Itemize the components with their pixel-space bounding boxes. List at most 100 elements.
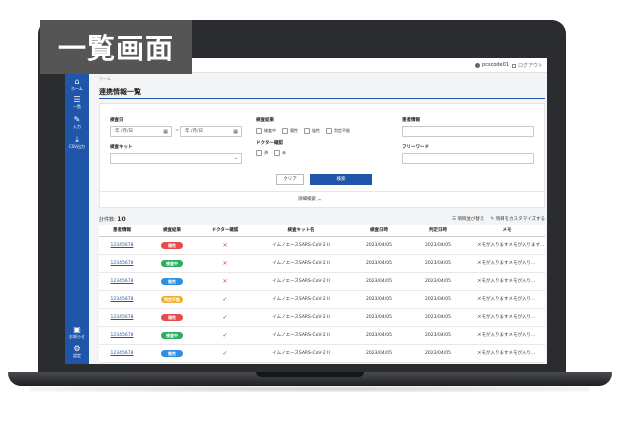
result-cell: 判定不能 [145, 290, 199, 309]
kit-cell: イムノエースSARS-CoV-2 II [251, 272, 351, 291]
result-checkbox-positive[interactable]: 陽性 [282, 128, 298, 134]
date-to-input[interactable]: 年 /月/日 ▦ [180, 126, 242, 137]
result-checkbox-testing[interactable]: 検査中 [256, 128, 276, 134]
patient-id-link[interactable]: 12345678 [99, 308, 145, 327]
checkbox[interactable] [256, 150, 262, 156]
sidebar-item-home[interactable]: ⌂ ホーム [65, 77, 89, 92]
freeword-input[interactable] [402, 153, 534, 164]
kit-select[interactable]: ⌄ [110, 153, 242, 164]
sidebar-item-info[interactable]: ▣ お知らせ [65, 325, 89, 340]
col-patient[interactable]: 患者情報 [99, 225, 145, 237]
doctor-cell: ✓ [199, 326, 251, 345]
gear-icon: ⚙ [73, 344, 81, 353]
info-icon: ▣ [73, 325, 81, 334]
laptop-notch [256, 372, 364, 377]
sidebar-item-label: お知らせ [69, 334, 85, 339]
doctor-cell: ✕ [199, 254, 251, 273]
clear-button[interactable]: クリア [276, 174, 304, 185]
check-icon: ✓ [222, 349, 228, 357]
checkbox[interactable] [282, 128, 288, 134]
patient-id-link[interactable]: 12345678 [99, 344, 145, 363]
calendar-icon: ▦ [163, 129, 168, 135]
logout-label: ログアウト [517, 63, 543, 69]
checkbox-label: 未 [282, 150, 286, 155]
result-checkbox-negative[interactable]: 陰性 [304, 128, 320, 134]
user-menu[interactable]: pcscode01 [475, 62, 509, 68]
date-separator: ~ [175, 128, 180, 134]
col-judge-date[interactable]: 判定日時 [407, 225, 469, 237]
customize-columns-button[interactable]: ✎ 項目をカスタマイズする [490, 216, 545, 222]
advanced-search-toggle[interactable]: 詳細検索 ︿ [298, 196, 322, 202]
user-name: pcscode01 [482, 62, 509, 68]
table-row[interactable]: 12345678 陰性 ✕ イムノエースSARS-CoV-2 II 2023/04/05… [99, 272, 545, 291]
sidebar-item-label: 一覧 [73, 104, 81, 109]
exam-date-cell: 2023/04/05 [351, 254, 407, 273]
judge-date-cell: 2023/04/05 [407, 308, 469, 327]
status-badge: 陽性 [161, 313, 183, 321]
screen-name-badge: 一覧画面 [40, 20, 192, 74]
breadcrumb[interactable]: ホーム [99, 76, 111, 82]
checkbox[interactable] [304, 128, 310, 134]
table-row[interactable]: 12345678 判定不能 ✓ イムノエースSARS-CoV-2 II 2023/04/… [99, 290, 545, 309]
sidebar-item-input[interactable]: ✎ 入力 [65, 115, 89, 130]
table-row[interactable]: 12345678 検査中 ✕ イムノエースSARS-CoV-2 II 2023/04/0… [99, 254, 545, 273]
total-number: 10 [117, 216, 126, 223]
memo-cell: メモが入りますメモが入り... [469, 308, 545, 327]
date-from-input[interactable]: 年 /月/日 ▦ [110, 126, 172, 137]
result-checkbox-undetermined[interactable]: 判定不能 [326, 128, 350, 134]
checkbox[interactable] [274, 150, 280, 156]
patient-id-link[interactable]: 12345678 [99, 326, 145, 345]
search-panel: 検査日 年 /月/日 ▦ ~ 年 /月/日 ▦ 検査キット ⌄ 検査結果 検査中… [99, 103, 545, 208]
sort-columns-button[interactable]: ☰ 項目並び替え [452, 216, 484, 222]
main-content: ホーム 連携情報一覧 検査日 年 /月/日 ▦ ~ 年 /月/日 ▦ 検査キット… [89, 73, 547, 364]
col-result[interactable]: 検査結果 [145, 225, 199, 237]
logout-button[interactable]: ログアウト [511, 62, 543, 69]
freeword-label: フリーワード [402, 145, 429, 150]
kit-cell: イムノエースSARS-CoV-2 II [251, 308, 351, 327]
cross-icon: ✕ [222, 259, 228, 267]
results-table: 患者情報 検査結果 ドクター確認 検査キット名 検査日時 判定日時 メモ 123… [99, 225, 545, 363]
result-cell: 陽性 [145, 236, 199, 255]
col-doctor[interactable]: ドクター確認 [199, 225, 251, 237]
laptop-shadow [30, 386, 590, 392]
exam-date-cell: 2023/04/05 [351, 344, 407, 363]
doctor-cell: ✕ [199, 236, 251, 255]
cross-icon: ✕ [222, 241, 228, 249]
col-kit[interactable]: 検査キット名 [251, 225, 351, 237]
kit-cell: イムノエースSARS-CoV-2 II [251, 236, 351, 255]
patient-id-link[interactable]: 12345678 [99, 236, 145, 255]
doctor-checkbox-pending[interactable]: 未 [274, 150, 286, 156]
kit-cell: イムノエースSARS-CoV-2 II [251, 254, 351, 273]
kit-cell: イムノエースSARS-CoV-2 II [251, 326, 351, 345]
sidebar-item-csv[interactable]: ⤓ CSV出力 [65, 135, 89, 150]
doctor-cell: ✓ [199, 308, 251, 327]
checkbox[interactable] [256, 128, 262, 134]
checkbox-label: 済 [264, 150, 268, 155]
col-exam-date[interactable]: 検査日時 [351, 225, 407, 237]
patient-id-link[interactable]: 12345678 [99, 272, 145, 291]
exam-date-cell: 2023/04/05 [351, 290, 407, 309]
patient-id-link[interactable]: 12345678 [99, 254, 145, 273]
checkbox[interactable] [326, 128, 332, 134]
patient-label: 患者情報 [402, 118, 420, 123]
check-icon: ✓ [222, 331, 228, 339]
table-row[interactable]: 12345678 陰性 ✓ イムノエースSARS-CoV-2 II 2023/04/05… [99, 344, 545, 363]
table-header-row: 患者情報 検査結果 ドクター確認 検査キット名 検査日時 判定日時 メモ [99, 225, 545, 237]
table-row[interactable]: 12345678 陽性 ✓ イムノエースSARS-CoV-2 II 2023/04/05… [99, 308, 545, 327]
sidebar-item-list[interactable]: ☰ 一覧 [65, 95, 89, 110]
memo-cell: メモが入りますメモが入り... [469, 290, 545, 309]
table-row[interactable]: 12345678 陽性 ✕ イムノエースSARS-CoV-2 II 2023/04/05… [99, 236, 545, 255]
search-button[interactable]: 検索 [310, 174, 372, 185]
doctor-checkbox-done[interactable]: 済 [256, 150, 268, 156]
logout-icon [511, 63, 516, 68]
patient-id-link[interactable]: 12345678 [99, 290, 145, 309]
sidebar-item-label: CSV出力 [68, 144, 86, 149]
sidebar-item-settings[interactable]: ⚙ 設定 [65, 344, 89, 359]
total-suffix: 件数: [104, 217, 116, 223]
status-badge: 検査中 [161, 331, 183, 339]
patient-input[interactable] [402, 126, 534, 137]
col-memo[interactable]: メモ [469, 225, 545, 237]
judge-date-cell: 2023/04/05 [407, 344, 469, 363]
table-row[interactable]: 12345678 検査中 ✓ イムノエースSARS-CoV-2 II 2023/04/0… [99, 326, 545, 345]
judge-date-cell: 2023/04/05 [407, 290, 469, 309]
